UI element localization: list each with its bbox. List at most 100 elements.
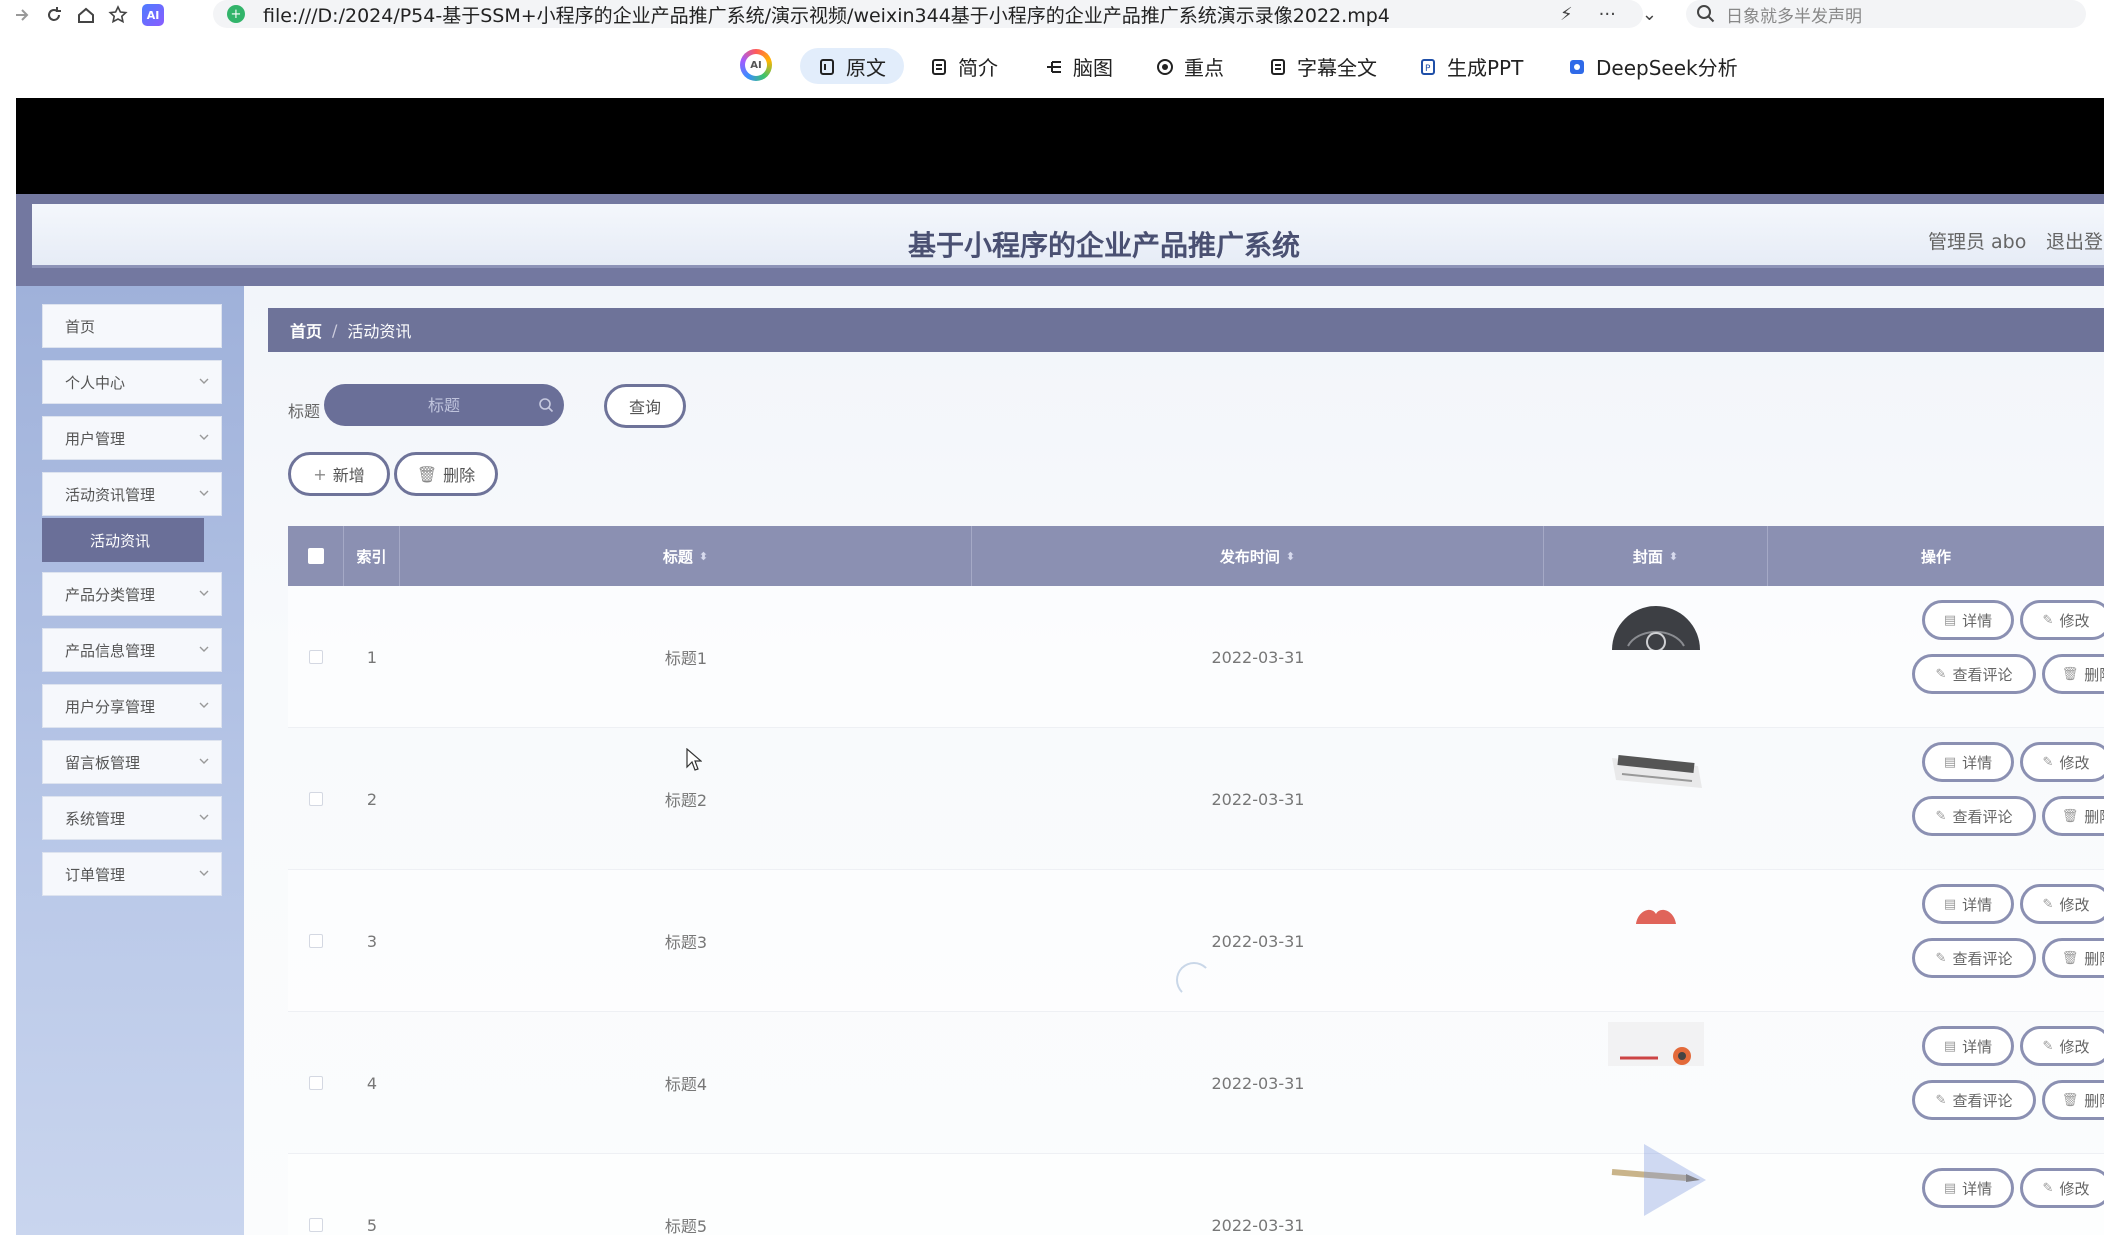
more-icon[interactable]: ··· <box>1599 4 1616 25</box>
edit-button[interactable]: ✎ 修改 <box>2020 742 2104 782</box>
row-cover <box>1544 728 1768 870</box>
sidebar-item-activity-news[interactable]: 活动资讯管理 <box>42 472 222 516</box>
row-select[interactable] <box>288 1012 344 1154</box>
delete-button[interactable]: 🗑 删除 <box>2042 654 2104 694</box>
sidebar-item-user-share[interactable]: 用户分享管理 <box>42 684 222 728</box>
browser-search-box[interactable]: 日象就多半发声明 <box>1686 0 2086 28</box>
title-search-input[interactable] <box>324 384 564 426</box>
favorites-icon[interactable] <box>102 1 134 29</box>
row-cover <box>1544 1012 1768 1154</box>
chevron-down-icon <box>199 590 209 596</box>
bolt-icon[interactable]: ⚡ <box>1560 4 1573 25</box>
url-actions: ⚡ ··· ⌄ <box>1560 0 1657 28</box>
row-select[interactable] <box>288 870 344 1012</box>
view-comments-button[interactable]: ✎ 查看评论 <box>1912 654 2036 694</box>
edit-button[interactable]: ✎ 修改 <box>2020 1168 2104 1208</box>
forward-icon[interactable] <box>6 1 38 29</box>
tab-summary[interactable]: 简介 <box>930 48 998 84</box>
delete-button[interactable]: 🗑 删除 <box>2042 1080 2104 1120</box>
edit-button[interactable]: ✎ 修改 <box>2020 884 2104 924</box>
tab-subtitles[interactable]: 字幕全文 <box>1269 48 1377 84</box>
row-checkbox[interactable] <box>309 1218 323 1232</box>
sidebar-item-orders[interactable]: 订单管理 <box>42 852 222 896</box>
row-date: 2022-03-31 <box>1211 789 1305 809</box>
edit-icon: ✎ <box>1935 1092 1947 1108</box>
play-watermark-icon <box>1644 1144 1706 1216</box>
sidebar-subitem-activity-news[interactable]: 活动资讯 <box>42 518 204 562</box>
query-button[interactable]: 查询 <box>604 384 686 428</box>
logout-link[interactable]: 退出登 <box>2046 227 2103 254</box>
row-title: 标题4 <box>664 1075 708 1094</box>
mouse-cursor-icon <box>686 748 702 771</box>
ai-extension-icon[interactable]: AI <box>142 4 164 26</box>
tab-label: 脑图 <box>1073 55 1113 80</box>
view-comments-button[interactable]: ✎ 查看评论 <box>1912 1080 2036 1120</box>
cover-lips-image <box>1608 890 1704 934</box>
row-checkbox[interactable] <box>309 1076 323 1090</box>
detail-button[interactable]: ▤ 详情 <box>1922 1026 2014 1066</box>
url-field[interactable]: + file:///D:/2024/P54-基于SSM+小程序的企业产品推广系统… <box>213 0 1643 28</box>
breadcrumb-home[interactable]: 首页 <box>290 318 322 342</box>
search-placeholder: 日象就多半发声明 <box>1726 6 1862 27</box>
row-checkbox[interactable] <box>309 650 323 664</box>
sort-icon[interactable]: ⬍ <box>699 550 708 563</box>
view-comments-button[interactable]: ✎ 查看评论 <box>1912 796 2036 836</box>
sidebar-item-label: 留言板管理 <box>65 753 141 772</box>
edit-button[interactable]: ✎ 修改 <box>2020 1026 2104 1066</box>
row-checkbox[interactable] <box>309 934 323 948</box>
header-select-all[interactable] <box>288 526 344 586</box>
delete-button[interactable]: 🗑 删除 <box>2042 938 2104 978</box>
chevron-down-icon[interactable]: ⌄ <box>1642 4 1657 25</box>
left-margin <box>0 98 16 1235</box>
detail-icon: ▤ <box>1943 896 1957 912</box>
edit-button[interactable]: ✎ 修改 <box>2020 600 2104 640</box>
sidebar-item-home[interactable]: 首页 <box>42 304 222 348</box>
tab-highlights[interactable]: 重点 <box>1156 48 1224 84</box>
row-select[interactable] <box>288 1154 344 1235</box>
url-text[interactable]: file:///D:/2024/P54-基于SSM+小程序的企业产品推广系统/演… <box>263 1 1543 28</box>
security-icon: + <box>227 5 245 23</box>
tab-original[interactable]: 原文 <box>800 48 904 84</box>
header-publish-time[interactable]: 发布时间 ⬍ <box>972 526 1544 586</box>
sidebar-item-product-category[interactable]: 产品分类管理 <box>42 572 222 616</box>
browser-address-bar: AI + file:///D:/2024/P54-基于SSM+小程序的企业产品推… <box>0 0 2104 30</box>
table-row: 1 标题1 2022-03-31 ▤ 详情 ✎ 修改 ✎ 查看评论 🗑 删除 <box>288 586 2104 728</box>
row-select[interactable] <box>288 728 344 870</box>
detail-button[interactable]: ▤ 详情 <box>1922 1168 2014 1208</box>
header-title[interactable]: 标题 ⬍ <box>400 526 972 586</box>
main-content: 首页 / 活动资讯 标题 查询 + 新增 🗑 删除 索引 标题 ⬍ 发布时间 ⬍ 封面 ⬍… <box>244 286 2104 1235</box>
comments-label: 查看评论 <box>1952 949 2013 968</box>
select-all-checkbox[interactable] <box>307 548 324 564</box>
header-cover[interactable]: 封面 ⬍ <box>1544 526 1768 586</box>
reload-icon[interactable] <box>38 1 70 29</box>
sidebar-item-product-info[interactable]: 产品信息管理 <box>42 628 222 672</box>
app-title: 基于小程序的企业产品推广系统 <box>908 229 1301 262</box>
batch-delete-button[interactable]: 🗑 删除 <box>394 452 498 496</box>
comments-label: 查看评论 <box>1952 1091 2013 1110</box>
delete-button[interactable]: 🗑 删除 <box>2042 796 2104 836</box>
sidebar-item-message-board[interactable]: 留言板管理 <box>42 740 222 784</box>
detail-button[interactable]: ▤ 详情 <box>1922 600 2014 640</box>
tab-deepseek[interactable]: DeepSeek分析 <box>1568 48 1738 84</box>
add-button[interactable]: + 新增 <box>288 452 390 496</box>
detail-button[interactable]: ▤ 详情 <box>1922 742 2014 782</box>
row-index: 4 <box>366 1073 378 1093</box>
row-checkbox[interactable] <box>309 792 323 806</box>
ai-logo-icon[interactable]: AI <box>740 49 772 81</box>
row-select[interactable] <box>288 586 344 728</box>
view-comments-button[interactable]: ✎ 查看评论 <box>1912 938 2036 978</box>
sidebar-item-users[interactable]: 用户管理 <box>42 416 222 460</box>
tab-mindmap[interactable]: 脑图 <box>1045 48 1113 84</box>
tab-label: 生成PPT <box>1447 55 1524 80</box>
trash-icon: 🗑 <box>416 464 438 484</box>
home-icon[interactable] <box>70 1 102 29</box>
edit-label: 修改 <box>2059 895 2090 914</box>
detail-button[interactable]: ▤ 详情 <box>1922 884 2014 924</box>
row-date: 2022-03-31 <box>1211 1073 1305 1093</box>
search-icon <box>539 398 554 413</box>
tab-generate-ppt[interactable]: P 生成PPT <box>1419 48 1523 84</box>
sort-icon[interactable]: ⬍ <box>1669 550 1678 563</box>
sidebar-item-system[interactable]: 系统管理 <box>42 796 222 840</box>
sidebar-item-personal-center[interactable]: 个人中心 <box>42 360 222 404</box>
sort-icon[interactable]: ⬍ <box>1286 550 1295 563</box>
